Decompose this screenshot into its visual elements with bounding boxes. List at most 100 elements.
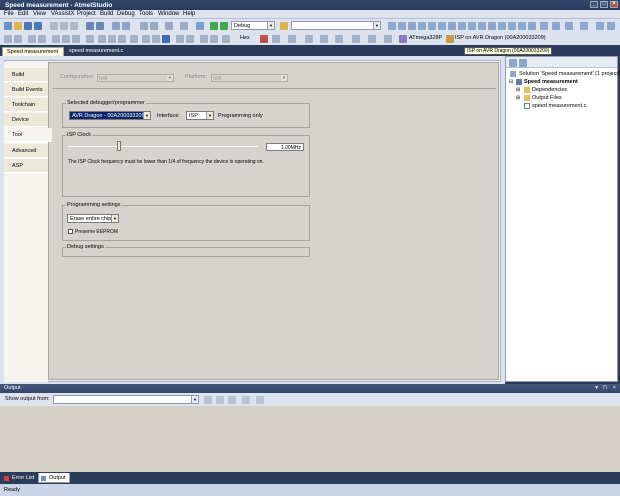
save-icon[interactable] xyxy=(24,22,32,30)
word-wrap-icon[interactable] xyxy=(256,396,264,404)
menu-edit[interactable]: Edit xyxy=(18,11,28,17)
stack-frame-icon[interactable] xyxy=(288,35,296,43)
solution-node[interactable]: Solution 'Speed measurement' (1 project) xyxy=(519,71,620,77)
maximize-button[interactable]: □ xyxy=(600,1,608,8)
next-bookmark-icon[interactable] xyxy=(62,35,70,43)
collapse-icon[interactable]: ⊟ xyxy=(509,79,513,85)
erase-mode-combo[interactable]: Erase entire chip ▼ xyxy=(67,214,119,223)
tab-build[interactable]: Build xyxy=(4,68,48,82)
project-node[interactable]: Speed measurement xyxy=(524,79,578,85)
hex-toggle[interactable]: Hex xyxy=(240,35,250,41)
expand-icon[interactable]: ⊞ xyxy=(516,87,520,93)
auto-hide-icon[interactable]: ⊓ xyxy=(603,385,607,391)
step-into-icon[interactable] xyxy=(142,35,150,43)
search-combo[interactable]: ▼ xyxy=(291,21,381,30)
open-icon[interactable] xyxy=(14,22,22,30)
start-page-icon[interactable] xyxy=(428,22,436,30)
bookmark-icon[interactable] xyxy=(52,35,60,43)
menu-view[interactable]: View xyxy=(33,11,46,17)
next-message-icon[interactable] xyxy=(228,396,236,404)
autos-icon[interactable] xyxy=(352,35,360,43)
navigate-back-icon[interactable] xyxy=(112,22,120,30)
output-window-icon[interactable] xyxy=(458,22,466,30)
output-source-combo[interactable]: ▼ xyxy=(53,395,199,404)
uncomment-icon[interactable] xyxy=(14,35,22,43)
menu-help[interactable]: Help xyxy=(183,11,195,17)
find-in-files-icon[interactable] xyxy=(280,22,288,30)
comment-icon[interactable] xyxy=(4,35,12,43)
bookmarks-icon[interactable] xyxy=(478,22,486,30)
start-without-debugging-icon[interactable] xyxy=(220,22,228,30)
clean-icon[interactable] xyxy=(180,22,188,30)
step-over-icon[interactable] xyxy=(152,35,160,43)
restart-icon[interactable] xyxy=(118,35,126,43)
error-list-icon[interactable] xyxy=(468,22,476,30)
run-to-cursor-icon[interactable] xyxy=(176,35,184,43)
object-browser-icon[interactable] xyxy=(408,22,416,30)
build-icon[interactable] xyxy=(140,22,148,30)
find-message-icon[interactable] xyxy=(204,396,212,404)
close-button[interactable]: × xyxy=(610,1,618,8)
processor-view-icon[interactable] xyxy=(222,35,230,43)
previous-message-icon[interactable] xyxy=(216,396,224,404)
configuration-combo[interactable]: Debug ▼ xyxy=(231,21,275,30)
tab-advanced[interactable]: Advanced xyxy=(4,144,48,158)
menu-build[interactable]: Build xyxy=(100,11,113,17)
output-text-area[interactable] xyxy=(0,406,620,472)
tab-speed-measurement-c[interactable]: speed measurement.c xyxy=(65,47,135,56)
solution-explorer-icon[interactable] xyxy=(388,22,396,30)
cut-icon[interactable] xyxy=(50,22,58,30)
task-list-icon[interactable] xyxy=(488,22,496,30)
indent-icon[interactable] xyxy=(28,35,36,43)
locals-icon[interactable] xyxy=(335,35,343,43)
save-all-icon[interactable] xyxy=(34,22,42,30)
extension-manager-icon[interactable] xyxy=(438,22,446,30)
command-window-icon[interactable] xyxy=(448,22,456,30)
tree-item-dependencies[interactable]: Dependencies xyxy=(532,87,567,93)
minimize-button[interactable]: _ xyxy=(590,1,598,8)
reset-icon[interactable] xyxy=(186,35,194,43)
memory-icon[interactable] xyxy=(384,35,392,43)
isp-clock-slider-thumb[interactable] xyxy=(117,141,122,151)
tab-output[interactable]: Output xyxy=(38,473,70,483)
refresh-icon[interactable] xyxy=(519,59,527,67)
clear-bookmarks-icon[interactable] xyxy=(86,35,94,43)
disassembly-icon[interactable] xyxy=(210,35,218,43)
build-solution-icon[interactable] xyxy=(150,22,158,30)
tab-asp[interactable]: ASP xyxy=(4,159,48,173)
tab-toolchain[interactable]: Toolchain xyxy=(4,98,48,112)
watch-window-icon[interactable] xyxy=(552,22,560,30)
clear-all-icon[interactable] xyxy=(242,396,250,404)
break-all-icon[interactable] xyxy=(98,35,106,43)
call-hierarchy-icon[interactable] xyxy=(498,22,506,30)
pending-changes-icon[interactable] xyxy=(528,22,536,30)
class-view-icon[interactable] xyxy=(508,22,516,30)
menu-tools[interactable]: Tools xyxy=(139,11,153,17)
tool-selector[interactable]: ISP on AVR Dragon (00A200033209) xyxy=(455,35,546,41)
modules-icon[interactable] xyxy=(320,35,328,43)
toolbar-options-icon[interactable] xyxy=(607,22,615,30)
properties-icon[interactable] xyxy=(509,59,517,67)
pane-menu-icon[interactable]: ▾ xyxy=(595,385,598,391)
immediate-window-icon[interactable] xyxy=(540,22,548,30)
memory-window-icon[interactable] xyxy=(565,22,573,30)
step-out-icon[interactable] xyxy=(162,35,170,43)
previous-bookmark-icon[interactable] xyxy=(72,35,80,43)
copy-icon[interactable] xyxy=(60,22,68,30)
device-programming-icon[interactable] xyxy=(196,22,204,30)
properties-icon[interactable] xyxy=(398,22,406,30)
menu-file[interactable]: File xyxy=(4,11,14,17)
breakpoint-toggle-icon[interactable] xyxy=(260,35,268,43)
start-debugging-icon[interactable] xyxy=(210,22,218,30)
platform-combo[interactable]: N/A ▼ xyxy=(211,74,288,82)
breakpoint-dropdown-icon[interactable] xyxy=(272,35,280,43)
call-stack-icon[interactable] xyxy=(368,35,376,43)
tab-build-events[interactable]: Build Events xyxy=(4,83,48,97)
toolbox-icon[interactable] xyxy=(418,22,426,30)
undo-icon[interactable] xyxy=(86,22,94,30)
menu-debug[interactable]: Debug xyxy=(117,11,135,17)
navigate-forward-icon[interactable] xyxy=(122,22,130,30)
interface-combo[interactable]: ISP ▼ xyxy=(186,111,214,120)
preserve-eeprom-checkbox[interactable] xyxy=(68,229,73,234)
menu-project[interactable]: Project xyxy=(77,11,96,17)
